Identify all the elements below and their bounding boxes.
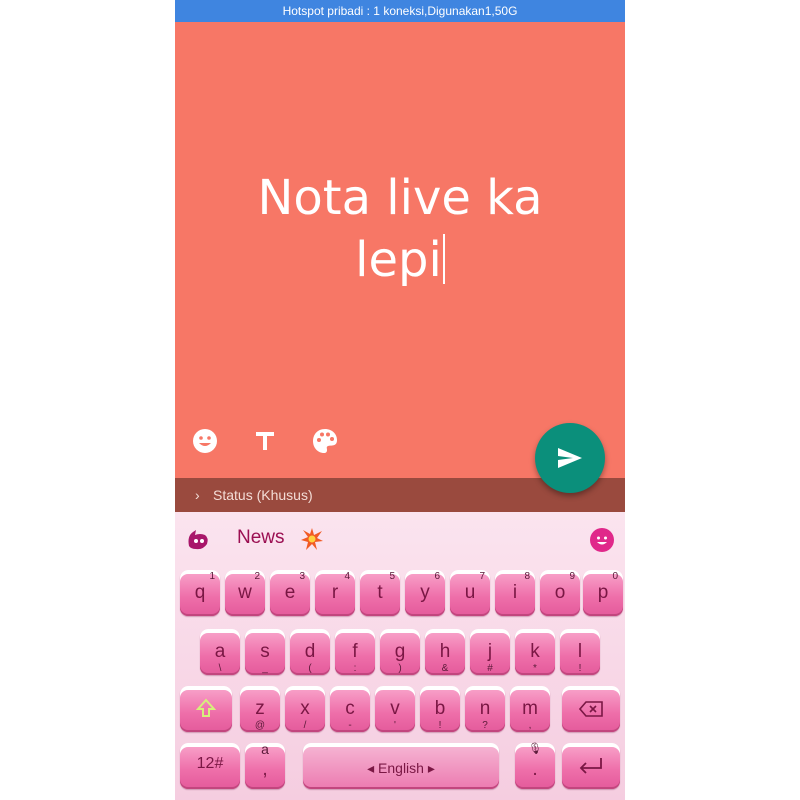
key-e[interactable]: 3e — [270, 570, 310, 616]
space-language-label: English — [378, 760, 424, 776]
status-bar: Hotspot pribadi : 1 koneksi,Digunakan1,5… — [175, 0, 625, 22]
key-r[interactable]: 4r — [315, 570, 355, 616]
smiley-face-icon — [597, 536, 607, 545]
phone-screen: Hotspot pribadi : 1 koneksi,Digunakan1,5… — [175, 0, 625, 800]
key-t[interactable]: 5t — [360, 570, 400, 616]
key-v[interactable]: v ' — [375, 686, 415, 732]
smiley-icon — [193, 429, 217, 453]
send-button[interactable] — [535, 423, 605, 493]
chevron-right-small-icon: ▸ — [427, 760, 435, 776]
key-o[interactable]: 9o — [540, 570, 580, 616]
text-style-button[interactable] — [250, 426, 280, 456]
shift-icon — [196, 698, 216, 717]
status-compose-area[interactable]: Nota live ka lepi — [175, 22, 625, 478]
burst-icon — [301, 528, 323, 550]
audience-label: Status (Khusus) — [213, 487, 313, 503]
text-cursor — [442, 234, 445, 284]
shift-key[interactable] — [180, 686, 232, 732]
key-y[interactable]: 6y — [405, 570, 445, 616]
enter-icon — [579, 758, 602, 774]
key-h[interactable]: h & — [425, 629, 465, 675]
status-text-line-2: lepi — [355, 232, 442, 288]
symbols-key[interactable]: 12# — [180, 743, 240, 789]
news-button[interactable]: News — [237, 527, 285, 549]
backspace-key[interactable] — [562, 686, 620, 732]
status-text-line-1: Nota live ka — [257, 170, 543, 226]
key-z[interactable]: z @ — [240, 686, 280, 732]
comma-key[interactable]: a , — [245, 741, 285, 789]
key-j[interactable]: j # — [470, 629, 510, 675]
text-format-icon — [256, 432, 274, 450]
key-k[interactable]: k * — [515, 629, 555, 675]
key-b[interactable]: b! — [420, 686, 460, 732]
key-q[interactable]: 1q — [180, 570, 220, 616]
chevron-right-icon: › — [195, 487, 200, 503]
key-s[interactable]: s _ — [245, 629, 285, 675]
color-button[interactable] — [310, 426, 340, 456]
emoji-keyboard-icon[interactable] — [590, 528, 614, 552]
palette-icon — [313, 429, 337, 453]
send-icon — [558, 448, 582, 468]
key-g[interactable]: g) — [380, 629, 420, 675]
key-w[interactable]: 2w — [225, 570, 265, 616]
key-n[interactable]: n? — [465, 686, 505, 732]
key-u[interactable]: 7u — [450, 570, 490, 616]
enter-key[interactable] — [562, 743, 620, 789]
keyboard: News 1q 2w 3e 4r 5t 6y 7u 8i 9o 0p a \ s… — [175, 512, 625, 800]
key-x[interactable]: x / — [285, 686, 325, 732]
key-c[interactable]: c- — [330, 686, 370, 732]
key-m[interactable]: m, — [510, 686, 550, 732]
emoji-button[interactable] — [190, 426, 220, 456]
key-l[interactable]: l! — [560, 629, 600, 675]
key-p[interactable]: 0p — [583, 570, 623, 616]
key-d[interactable]: d( — [290, 629, 330, 675]
chevron-left-icon: ◂ — [367, 760, 375, 776]
key-a[interactable]: a \ — [200, 629, 240, 675]
keyboard-toolbar: News — [175, 512, 625, 562]
status-bar-text: Hotspot pribadi : 1 koneksi,Digunakan1,5… — [282, 4, 518, 18]
status-text[interactable]: Nota live ka lepi — [175, 167, 625, 291]
key-i[interactable]: 8i — [495, 570, 535, 616]
space-key[interactable]: ◂ English ▸ — [303, 743, 499, 789]
period-key[interactable]: 🎙 . — [515, 743, 555, 789]
microphone-icon: 🎙 — [528, 743, 542, 755]
keyboard-logo-icon[interactable] — [185, 526, 211, 552]
backspace-icon — [579, 701, 603, 717]
key-f[interactable]: f: — [335, 629, 375, 675]
